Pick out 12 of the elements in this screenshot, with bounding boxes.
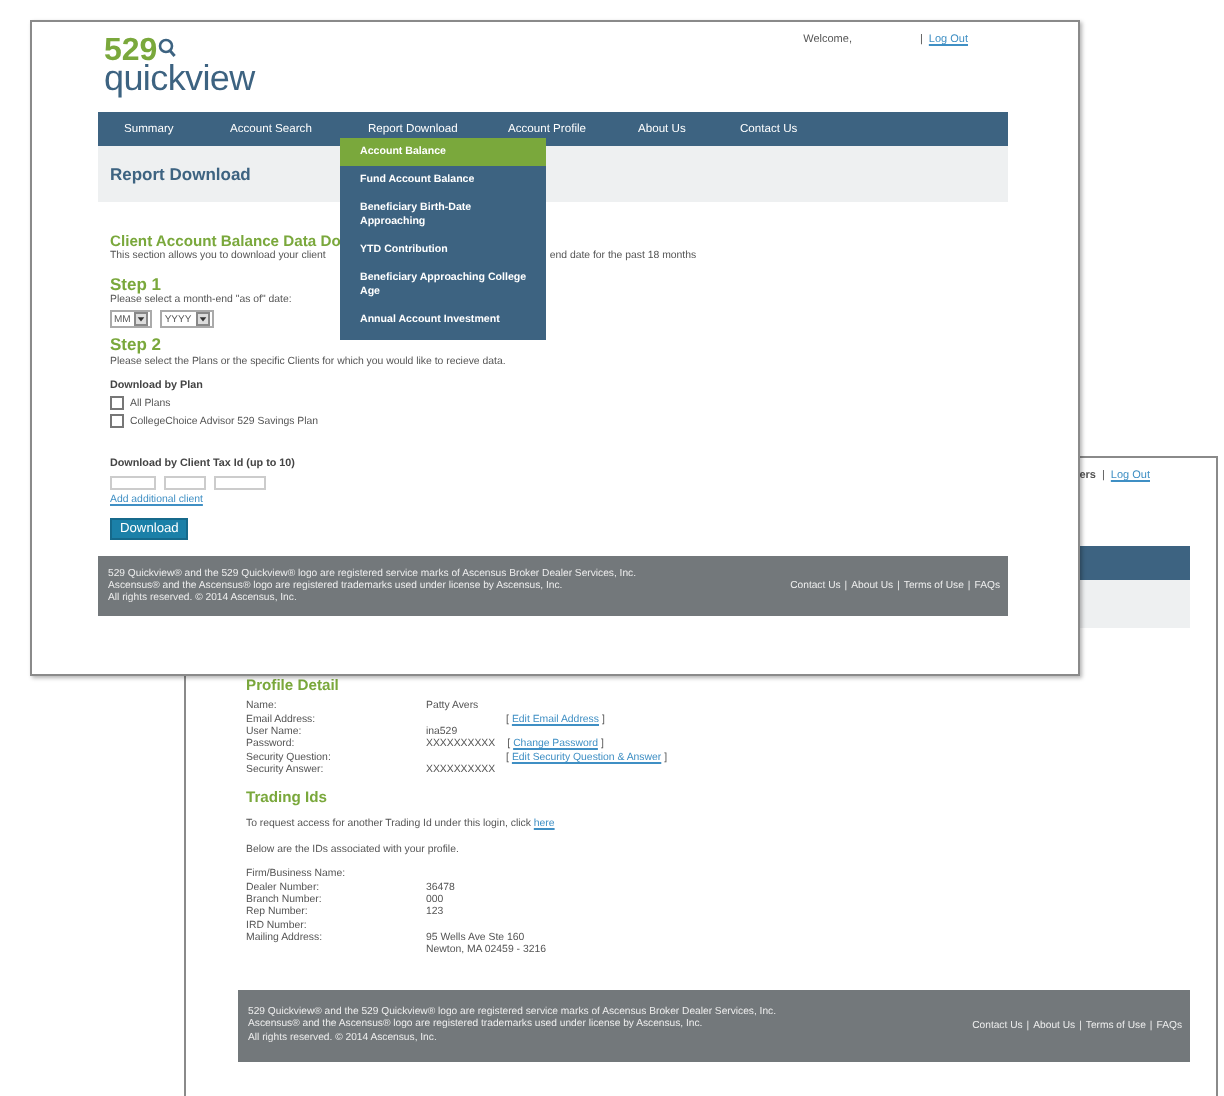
tax-id-field[interactable]	[214, 476, 266, 491]
step-title: Step 2	[110, 336, 162, 356]
page-title: Report Download	[110, 164, 251, 184]
tax-id-field[interactable]	[110, 476, 156, 491]
logo: 529 quickview	[102, 32, 255, 94]
checkbox[interactable]	[110, 414, 124, 429]
caret-icon	[134, 312, 149, 327]
step-title: Step 1	[110, 276, 162, 295]
checkbox[interactable]	[110, 396, 124, 411]
magnifier-icon	[157, 38, 176, 58]
tax-id-field[interactable]	[164, 476, 206, 491]
caret-icon	[195, 312, 210, 327]
